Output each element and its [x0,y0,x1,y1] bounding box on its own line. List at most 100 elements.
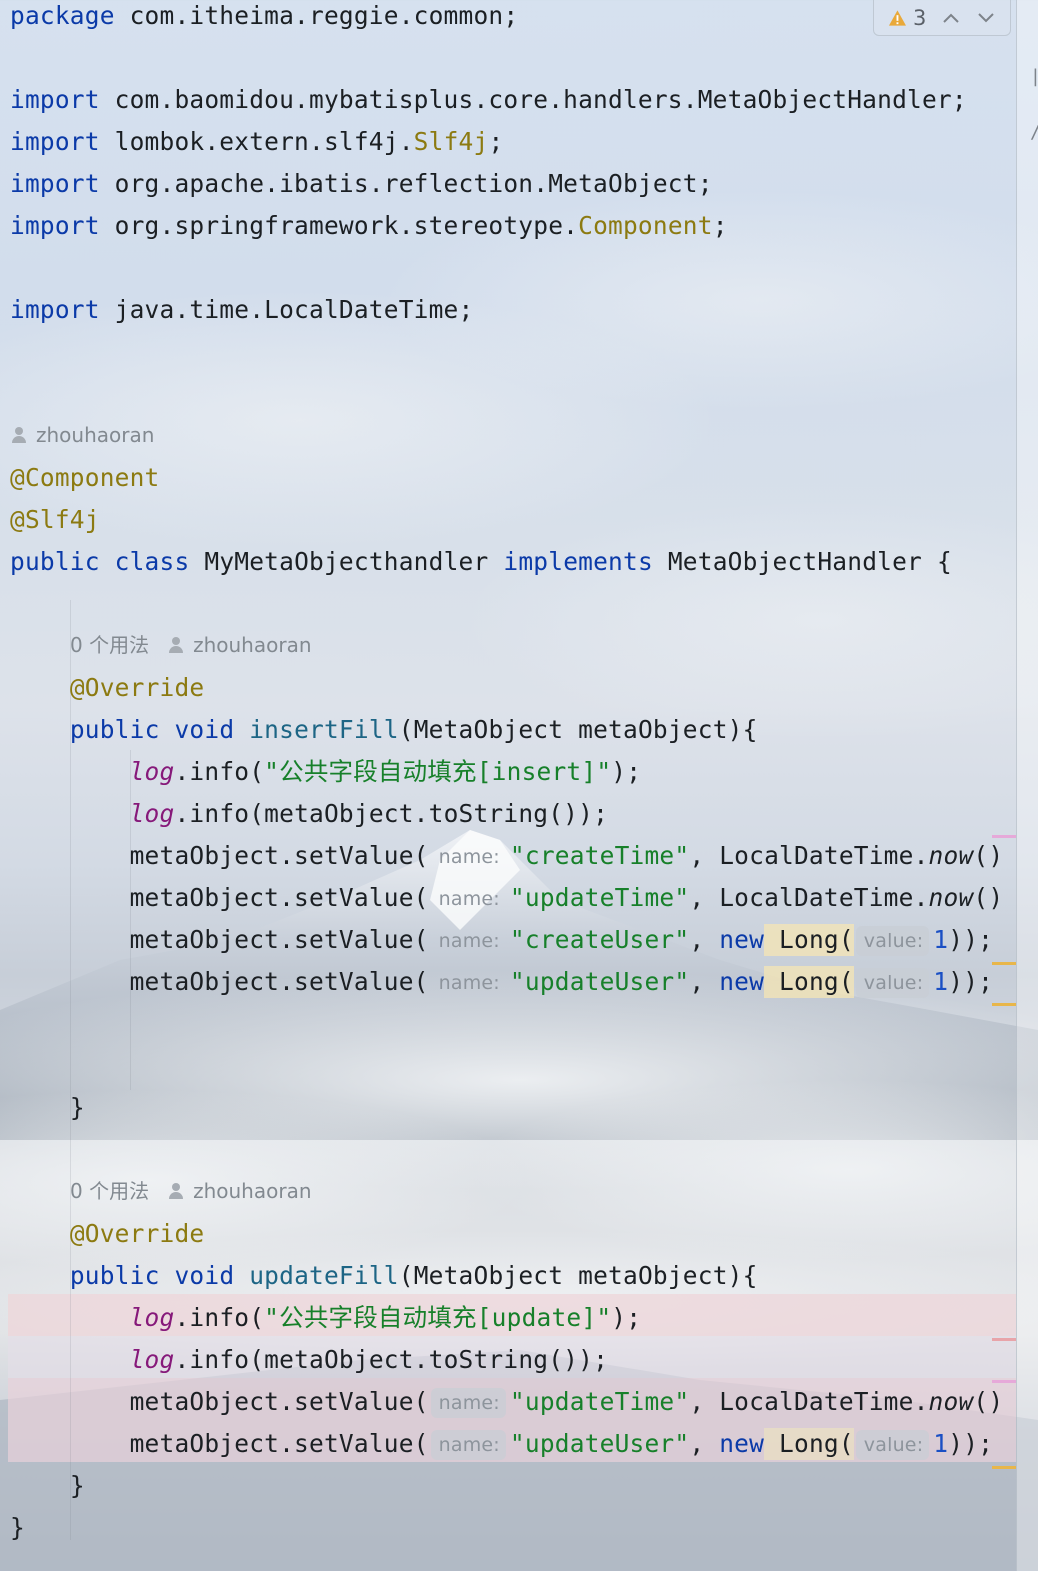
string-literal: "updateUser" [509,967,690,996]
warning-marker[interactable] [992,1003,1016,1006]
code-line-log[interactable]: log.info(metaObject.toString()); [10,1344,608,1386]
author-name: zhouhaoran [36,423,155,447]
gutter-fold-icon[interactable]: / [1030,122,1038,143]
code-line-import[interactable]: import java.time.LocalDateTime; [10,294,473,336]
code-line-close-brace[interactable]: } [10,1092,85,1134]
keyword: import [10,127,100,156]
param-hint: value: [855,1430,930,1460]
number-literal: 1 [933,967,949,996]
method-params: (MetaObject metaObject){ [398,715,758,744]
error-stripe-scrollbar[interactable] [1016,0,1038,1571]
usage-count[interactable]: 0 个用法 [70,633,149,657]
method-inlay-insertfill[interactable]: 0 个用法 zhouhaoran [70,630,312,660]
close-brace: } [69,1093,85,1122]
code-line-setvalue[interactable]: metaObject.setValue(name: "updateUser", n… [10,966,993,1008]
deprecated-constructor: Long( [764,966,854,998]
method-inlay-updatefill[interactable]: 0 个用法 zhouhaoran [70,1176,312,1206]
keyword: new [719,967,765,996]
keyword: new [719,925,765,954]
person-icon [169,1183,184,1199]
code-line-override[interactable]: @Override [10,1218,204,1260]
string-literal: "公共字段自动填充[update]" [264,1303,612,1332]
code-line-annotation[interactable]: @Component [10,462,160,504]
string-literal: "createUser" [509,925,690,954]
number-literal: 1 [933,925,949,954]
code-line-method-decl[interactable]: public void insertFill(MetaObject metaOb… [10,714,758,756]
string-literal: "公共字段自动填充[insert]" [264,757,612,786]
change-marker[interactable] [992,835,1016,838]
code-line-setvalue[interactable]: metaObject.setValue(name: "updateTime", L… [10,882,1004,924]
log-field: log [129,799,175,828]
semicolon: ; [712,211,728,240]
code-editor[interactable]: package com.itheima.reggie.common; impor… [0,0,1016,1571]
import-class: Slf4j [413,127,489,156]
keyword: import [10,295,100,324]
class-ref: LocalDateTime. [719,841,929,870]
close-brace: } [69,1471,85,1500]
call-close: )); [948,925,994,954]
code-line-package[interactable]: package com.itheima.reggie.common; [10,0,518,42]
code-line-override[interactable]: @Override [10,672,204,714]
call: metaObject.setValue( [129,1387,429,1416]
keyword: import [10,211,100,240]
usage-count[interactable]: 0 个用法 [70,1179,149,1203]
change-marker[interactable] [992,1380,1016,1383]
change-marker[interactable] [992,1338,1016,1341]
class-ref: LocalDateTime. [719,1387,929,1416]
call: .info(metaObject.toString()); [174,799,609,828]
import-path: lombok.extern.slf4j. [99,127,414,156]
warning-triangle-icon[interactable] [888,9,907,27]
class-author-inlay[interactable]: zhouhaoran [12,420,154,450]
call-tail: () [973,1387,1004,1416]
code-line-setvalue[interactable]: metaObject.setValue(name: "updateUser", n… [10,1428,993,1470]
comma: , [689,841,720,870]
param-hint: name: [438,846,500,868]
annotation: @Component [10,463,160,492]
code-line-log[interactable]: log.info(metaObject.toString()); [10,798,608,840]
code-line-setvalue[interactable]: metaObject.setValue(name: "updateTime", L… [10,1386,1003,1428]
chevron-up-icon[interactable] [940,7,961,29]
comma: , [689,1429,720,1458]
author-name: zhouhaoran [193,1179,312,1203]
call-close: )); [948,1429,994,1458]
gutter-fold-icon[interactable]: | [1030,66,1038,87]
warning-marker[interactable] [992,962,1016,965]
param-hint: value: [855,926,930,956]
keyword: public [69,1261,160,1290]
code-line-class-close[interactable]: } [10,1512,25,1554]
code-line-method-decl[interactable]: public void updateFill(MetaObject metaOb… [10,1260,758,1302]
string-literal: "createTime" [509,841,690,870]
call-tail: () [973,841,1004,870]
inspection-widget[interactable]: 3 [873,0,1011,36]
call-close: ); [611,757,642,786]
code-line-import[interactable]: import org.springframework.stereotype.Co… [10,210,728,252]
string-literal: "updateUser" [509,1429,690,1458]
package-name: com.itheima.reggie.common; [114,1,519,30]
import-class: Component [578,211,713,240]
code-line-import[interactable]: import org.apache.ibatis.reflection.Meta… [10,168,713,210]
comma: , [689,1387,720,1416]
code-line-annotation[interactable]: @Slf4j [10,504,100,546]
param-hint: name: [438,888,500,910]
annotation: @Slf4j [10,505,100,534]
code-line-setvalue[interactable]: metaObject.setValue(name: "createUser", n… [10,924,993,966]
warning-count[interactable]: 3 [913,6,926,30]
keyword: public [69,715,160,744]
code-line-setvalue[interactable]: metaObject.setValue(name: "createTime", L… [10,840,1004,882]
chevron-down-icon[interactable] [975,7,996,29]
code-line-import[interactable]: import com.baomidou.mybatisplus.core.han… [10,84,967,126]
code-line-log[interactable]: log.info("公共字段自动填充[insert]"); [10,756,641,798]
warning-marker[interactable] [992,1466,1016,1469]
call-tail: () [973,883,1004,912]
method-params: (MetaObject metaObject){ [398,1261,758,1290]
import-path: com.baomidou.mybatisplus.core.handlers.M… [99,85,967,114]
method-name: updateFill [249,1261,399,1290]
code-line-log[interactable]: log.info("公共字段自动填充[update]"); [10,1302,641,1344]
code-line-import[interactable]: import lombok.extern.slf4j.Slf4j; [10,126,503,168]
param-hint: name: [430,1388,506,1418]
call: .info(metaObject.toString()); [174,1345,609,1374]
annotation: @Override [69,673,205,702]
code-line-class-decl[interactable]: public class MyMetaObjecthandler impleme… [10,546,952,588]
log-field: log [129,757,175,786]
code-line-close-brace[interactable]: } [10,1470,85,1512]
